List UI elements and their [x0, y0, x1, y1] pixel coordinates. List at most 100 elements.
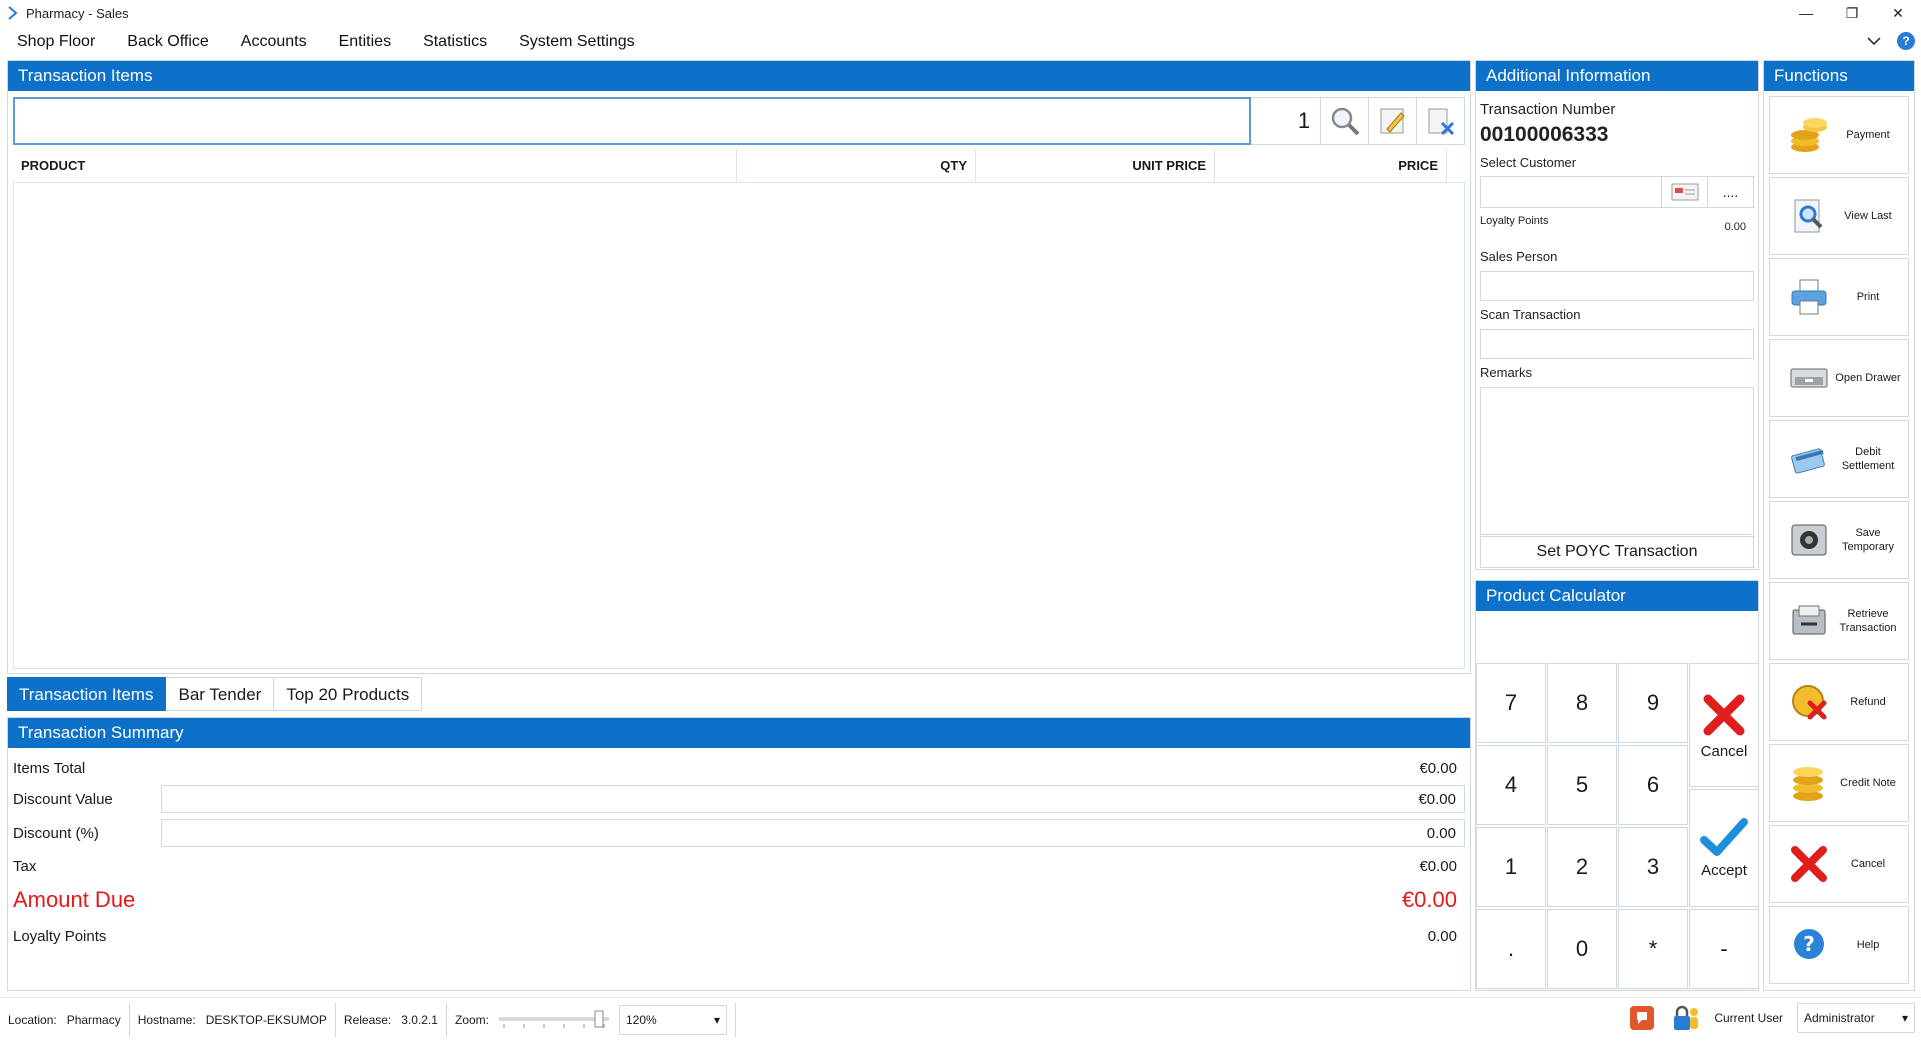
discount-pct-input[interactable]: 0.00 [161, 819, 1465, 847]
product-search-input[interactable] [13, 97, 1252, 145]
key-2[interactable]: 2 [1547, 827, 1617, 907]
open-drawer-button[interactable]: Open Drawer [1769, 339, 1909, 417]
printer-icon [1791, 279, 1827, 315]
zoom-select[interactable]: 120% ▾ [619, 1004, 727, 1035]
refund-icon [1792, 685, 1827, 720]
key-0[interactable]: 0 [1547, 909, 1617, 989]
column-unit-price[interactable]: UNIT PRICE [976, 149, 1215, 182]
search-button[interactable] [1321, 97, 1370, 145]
help-icon[interactable]: ? [1897, 32, 1915, 50]
select-customer-label: Select Customer [1480, 155, 1577, 170]
key-multiply[interactable]: * [1618, 909, 1688, 989]
safe-icon [1791, 524, 1827, 556]
cancel-transaction-label: Cancel [1850, 858, 1886, 870]
amount-due-value: €0.00 [1401, 887, 1457, 912]
svg-text:?: ? [1803, 932, 1815, 956]
calc-cancel-button[interactable]: Cancel [1689, 663, 1759, 787]
zoom-value: 120% [626, 1012, 657, 1027]
restore-button[interactable]: ❐ [1829, 0, 1875, 26]
customer-browse-button[interactable]: .... [1708, 176, 1754, 208]
current-user-select[interactable]: Administrator ▾ [1797, 1003, 1915, 1033]
close-button[interactable]: ✕ [1875, 0, 1921, 26]
debit-settlement-button[interactable]: Debit Settlement [1769, 420, 1909, 498]
tab-bar-tender[interactable]: Bar Tender [166, 677, 275, 711]
quantity-field[interactable]: 1 [1251, 97, 1322, 145]
cancel-transaction-button[interactable]: Cancel [1769, 825, 1909, 903]
chevron-down-icon[interactable] [1867, 36, 1881, 46]
cancel-x-icon [1791, 846, 1827, 882]
remove-item-button[interactable] [1417, 97, 1465, 145]
items-total-value: €0.00 [1419, 759, 1457, 777]
functions-header: Functions [1764, 61, 1914, 91]
print-button[interactable]: Print [1769, 258, 1909, 336]
zoom-label: Zoom: [454, 1012, 489, 1027]
calc-accept-button[interactable]: Accept [1689, 789, 1759, 907]
remarks-label: Remarks [1480, 365, 1533, 380]
location-value: Pharmacy [66, 1012, 121, 1027]
remarks-textarea[interactable] [1480, 387, 1754, 535]
key-minus[interactable]: - [1689, 909, 1759, 989]
key-3[interactable]: 3 [1618, 827, 1688, 907]
menu-back-office[interactable]: Back Office [111, 26, 225, 58]
scan-transaction-input[interactable] [1480, 329, 1754, 359]
payment-label: Payment [1846, 129, 1890, 141]
transaction-summary-header: Transaction Summary [8, 718, 1470, 748]
discount-value-input[interactable]: €0.00 [161, 785, 1465, 813]
tab-top-20-products[interactable]: Top 20 Products [274, 677, 423, 711]
retrieve-icon [1792, 605, 1826, 635]
refund-button[interactable]: Refund [1769, 663, 1909, 741]
key-4[interactable]: 4 [1476, 745, 1546, 825]
card-icon [1791, 448, 1825, 474]
column-qty[interactable]: QTY [737, 149, 976, 182]
notification-icon[interactable] [1628, 1004, 1656, 1032]
save-temporary-button[interactable]: Save Temporary [1769, 501, 1909, 579]
refund-label: Refund [1850, 696, 1886, 708]
menu-entities[interactable]: Entities [323, 26, 407, 58]
transaction-summary-panel: Transaction Summary Items Total €0.00 Di… [7, 717, 1471, 991]
credit-note-button[interactable]: Credit Note [1769, 744, 1909, 822]
window-title: Pharmacy - Sales [26, 5, 129, 21]
set-poyc-button[interactable]: Set POYC Transaction [1480, 536, 1754, 568]
key-6[interactable]: 6 [1618, 745, 1688, 825]
items-grid-body[interactable] [13, 183, 1465, 669]
hostname-label: Hostname: [137, 1012, 196, 1027]
product-calculator-header: Product Calculator [1476, 581, 1758, 611]
tab-transaction-items[interactable]: Transaction Items [7, 677, 167, 711]
location-segment: Location: Pharmacy [0, 1002, 130, 1037]
key-decimal[interactable]: . [1476, 909, 1546, 989]
payment-button[interactable]: Payment [1769, 96, 1909, 174]
discount-value-label: Discount Value [13, 790, 113, 808]
customer-card-button[interactable] [1662, 176, 1708, 208]
customer-input[interactable] [1480, 176, 1662, 208]
edit-item-button[interactable] [1369, 97, 1418, 145]
zoom-slider[interactable] [499, 1010, 609, 1030]
minimize-button[interactable]: — [1783, 0, 1829, 26]
column-product[interactable]: PRODUCT [13, 149, 737, 182]
help-button[interactable]: ? Help [1769, 906, 1909, 984]
key-7[interactable]: 7 [1476, 663, 1546, 743]
menu-shop-floor[interactable]: Shop Floor [0, 26, 111, 58]
functions-panel: Functions Payment View Last Print Open D… [1763, 60, 1915, 991]
menu-system-settings[interactable]: System Settings [503, 26, 651, 58]
key-9[interactable]: 9 [1618, 663, 1688, 743]
save-temporary-label: Save Temporary [1842, 527, 1894, 553]
title-bar: Pharmacy - Sales — ❐ ✕ [0, 0, 1921, 26]
menu-accounts[interactable]: Accounts [225, 26, 323, 58]
lock-user-icon[interactable] [1670, 1004, 1700, 1032]
keypad: 7 8 9 4 5 6 1 2 3 . 0 * - Cancel Accept [1476, 663, 1760, 991]
menu-statistics[interactable]: Statistics [407, 26, 503, 58]
key-1[interactable]: 1 [1476, 827, 1546, 907]
dropdown-arrow-icon: ▾ [713, 1012, 720, 1027]
key-8[interactable]: 8 [1547, 663, 1617, 743]
credit-note-icon [1793, 767, 1823, 801]
column-price[interactable]: PRICE [1215, 149, 1447, 182]
sales-person-input[interactable] [1480, 271, 1754, 301]
view-last-button[interactable]: View Last [1769, 177, 1909, 255]
help-icon: ? [1794, 929, 1824, 959]
status-bar: Location: Pharmacy Hostname: DESKTOP-EKS… [0, 997, 1921, 1041]
tax-label: Tax [13, 857, 37, 875]
current-user-label: Current User [1714, 1011, 1783, 1025]
retrieve-transaction-button[interactable]: Retrieve Transaction [1769, 582, 1909, 660]
print-label: Print [1856, 291, 1880, 303]
key-5[interactable]: 5 [1547, 745, 1617, 825]
